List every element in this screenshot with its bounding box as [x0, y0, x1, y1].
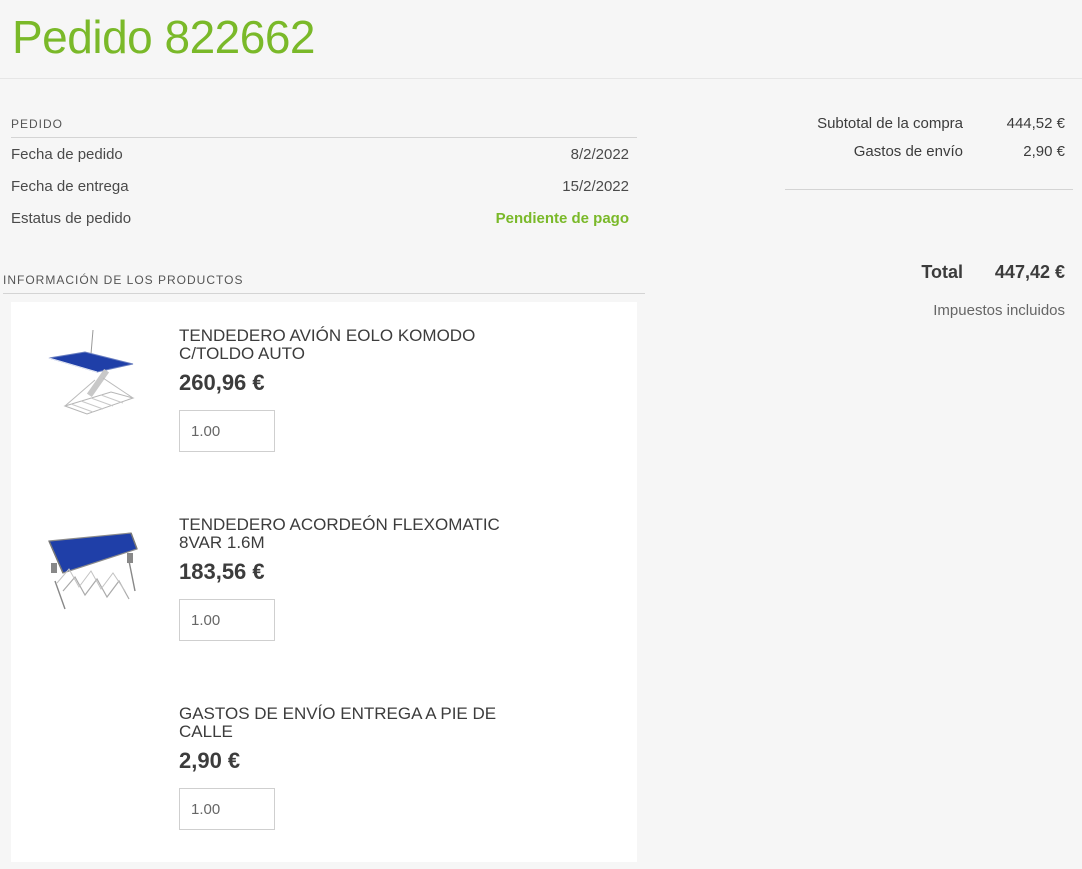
quantity-input[interactable]	[179, 788, 275, 830]
total-row: Total 447,42 €	[785, 262, 1073, 283]
product-image[interactable]	[41, 513, 141, 613]
product-item: TENDEDERO AVIÓN EOLO KOMODO C/TOLDO AUTO…	[11, 302, 637, 491]
product-name[interactable]: TENDEDERO ACORDEÓN FLEXOMATIC 8VAR 1.6M	[179, 516, 509, 552]
product-price: 260,96 €	[179, 370, 265, 395]
page-title: Pedido 822662	[12, 11, 316, 63]
total-value: 447,42 €	[994, 262, 1065, 282]
tax-note: Impuestos incluidos	[933, 302, 1065, 319]
subtotal-value: 444,52 €	[1006, 114, 1065, 132]
subtotal-label: Subtotal de la compra	[817, 114, 963, 132]
shipping-label: Gastos de envío	[853, 142, 963, 160]
product-name[interactable]: GASTOS DE ENVÍO ENTREGA A PIE DE CALLE	[179, 705, 509, 741]
delivery-date-label: Fecha de entrega	[11, 177, 129, 195]
products-section-label: INFORMACIÓN DE LOS PRODUCTOS	[3, 273, 645, 294]
subtotal-row: Subtotal de la compra 444,52 €	[785, 109, 1073, 137]
total-label: Total	[921, 262, 963, 282]
product-price: 183,56 €	[179, 559, 265, 584]
shipping-row: Gastos de envío 2,90 €	[785, 137, 1073, 165]
order-date-row: Fecha de pedido 8/2/2022	[11, 138, 637, 170]
order-section-label: PEDIDO	[11, 117, 637, 138]
summary-divider	[785, 189, 1073, 190]
shipping-value: 2,90 €	[1023, 142, 1065, 160]
order-date-label: Fecha de pedido	[11, 145, 123, 163]
order-info-section: PEDIDO Fecha de pedido 8/2/2022 Fecha de…	[11, 117, 637, 234]
product-price: 2,90 €	[179, 748, 241, 773]
product-name[interactable]: TENDEDERO AVIÓN EOLO KOMODO C/TOLDO AUTO	[179, 327, 509, 363]
airplane-airer-icon	[48, 329, 135, 415]
order-status-label: Estatus de pedido	[11, 209, 132, 227]
status-badge: Pendiente de pago	[495, 209, 629, 227]
page-header: Pedido 822662	[0, 0, 1082, 79]
order-date-value: 8/2/2022	[570, 145, 629, 163]
order-summary: Subtotal de la compra 444,52 € Gastos de…	[785, 109, 1073, 190]
delivery-date-value: 15/2/2022	[562, 177, 629, 195]
quantity-input[interactable]	[179, 410, 275, 452]
product-image[interactable]	[41, 324, 141, 424]
product-item: TENDEDERO ACORDEÓN FLEXOMATIC 8VAR 1.6M …	[11, 491, 637, 680]
order-status-row: Estatus de pedido Pendiente de pago	[11, 202, 637, 234]
quantity-input[interactable]	[179, 599, 275, 641]
delivery-date-row: Fecha de entrega 15/2/2022	[11, 170, 637, 202]
products-list: TENDEDERO AVIÓN EOLO KOMODO C/TOLDO AUTO…	[11, 302, 637, 862]
products-section-header: INFORMACIÓN DE LOS PRODUCTOS	[3, 273, 645, 294]
accordion-airer-icon	[48, 532, 138, 610]
